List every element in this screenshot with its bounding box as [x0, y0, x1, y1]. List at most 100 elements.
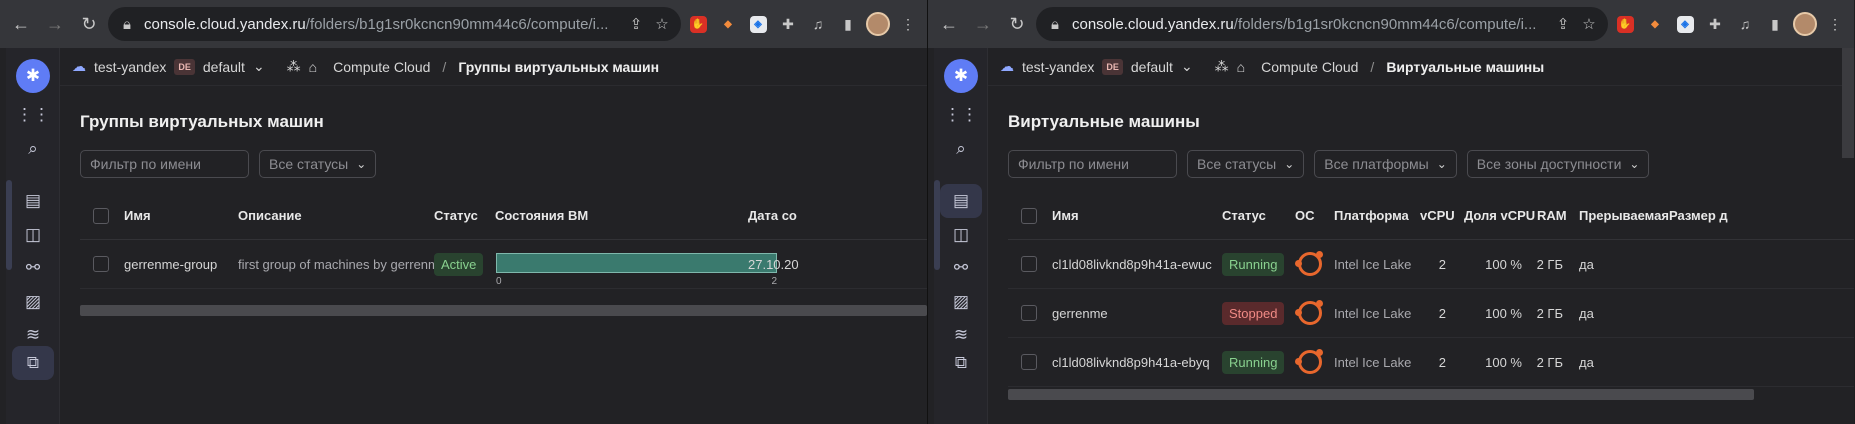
forward-icon[interactable]: → — [40, 9, 70, 39]
menu-kebab-icon[interactable]: ⋮ — [895, 11, 921, 37]
status-filter-select[interactable]: Все статусы ⌄ — [259, 150, 377, 178]
breadcrumb-service[interactable]: Compute Cloud — [333, 59, 430, 75]
home-icon[interactable]: ⌂ — [1237, 59, 1245, 75]
extension-blue-icon[interactable]: ◈ — [1672, 11, 1698, 37]
header-bar: ☁ test-yandex DE default ⌄ ⁂ ⌂ Compute C… — [60, 48, 927, 86]
services-icon[interactable]: ⁂ — [287, 58, 301, 75]
chevron-down-icon[interactable]: ⌄ — [253, 58, 265, 75]
profile-avatar[interactable] — [865, 11, 891, 37]
reload-icon[interactable]: ↻ — [1002, 9, 1032, 39]
services-icon[interactable]: ⁂ — [1215, 58, 1229, 75]
address-bar[interactable]: 🔒︎ console.cloud.yandex.ru/folders/b1g1s… — [1036, 7, 1608, 41]
extension-fox-icon[interactable]: ◆ — [1642, 11, 1668, 37]
profile-avatar[interactable] — [1792, 11, 1818, 37]
name-filter-input[interactable]: Фильтр по имени — [80, 150, 249, 178]
lock-icon[interactable]: 🔒︎ — [118, 16, 136, 33]
header-vcpu[interactable]: vCPU — [1420, 192, 1455, 239]
extension-blue-icon[interactable]: ◈ — [745, 11, 771, 37]
row-name[interactable]: cl1ld08livknd8p9h41a-ewuc — [1052, 240, 1212, 288]
instance-groups-icon[interactable]: ⧉ — [12, 346, 54, 380]
breadcrumb-current: Виртуальные машины — [1386, 58, 1545, 75]
vm-list-icon[interactable]: ▤ — [16, 184, 50, 218]
org-selector[interactable]: test-yandex — [94, 59, 166, 75]
row-checkbox[interactable] — [1021, 256, 1037, 272]
search-icon[interactable]: ⌕ — [944, 132, 978, 166]
extension-red-icon[interactable]: ✋ — [685, 11, 711, 37]
header-vm-states[interactable]: Состояния ВМ — [495, 192, 588, 239]
bookmark-star-icon[interactable]: ☆ — [653, 15, 671, 33]
ubuntu-icon — [1295, 300, 1323, 325]
media-icon[interactable]: ♫ — [805, 11, 831, 37]
select-all-checkbox[interactable] — [1021, 207, 1037, 224]
horizontal-scrollbar[interactable] — [80, 305, 927, 316]
header-status[interactable]: Статус — [434, 192, 478, 239]
extensions-puzzle-icon[interactable]: ✚ — [1702, 11, 1728, 37]
chevron-down-icon[interactable]: ⌄ — [1181, 58, 1193, 75]
row-name[interactable]: cl1ld08livknd8p9h41a-ebyq — [1052, 338, 1210, 386]
share-icon[interactable]: ⇪ — [1554, 15, 1572, 33]
cloud-logo-icon[interactable]: ✱ — [944, 59, 978, 93]
search-icon[interactable]: ⌕ — [16, 132, 50, 166]
media-icon[interactable]: ♫ — [1732, 11, 1758, 37]
status-filter-select[interactable]: Все статусы ⌄ — [1187, 150, 1305, 178]
sidepanel-icon[interactable]: ▮ — [1762, 11, 1788, 37]
share-icon[interactable]: ⇪ — [627, 15, 645, 33]
horizontal-scrollbar[interactable] — [1008, 389, 1754, 400]
header-ram[interactable]: RAM — [1537, 192, 1567, 239]
name-filter-input[interactable]: Фильтр по имени — [1008, 150, 1177, 178]
cloud-logo-icon[interactable]: ✱ — [16, 59, 50, 93]
row-name[interactable]: gerrenme — [1052, 289, 1108, 337]
folder-selector[interactable]: default — [1131, 59, 1173, 75]
services-grid-icon[interactable]: ⋮⋮ — [944, 98, 978, 132]
header-platform[interactable]: Платформа — [1334, 192, 1409, 239]
table-row[interactable]: cl1ld08livknd8p9h41a-ebyq Running Intel … — [1008, 338, 1854, 387]
row-name[interactable]: gerrenme-group — [124, 240, 217, 288]
header-os[interactable]: ОС — [1295, 192, 1315, 239]
row-checkbox[interactable] — [93, 256, 109, 272]
menu-kebab-icon[interactable]: ⋮ — [1822, 11, 1848, 37]
services-grid-icon[interactable]: ⋮⋮ — [16, 98, 50, 132]
vm-list-icon[interactable]: ▤ — [940, 184, 982, 218]
header-disk-size[interactable]: Размер д — [1669, 192, 1728, 239]
row-checkbox[interactable] — [1021, 305, 1037, 321]
table-row[interactable]: gerrenme-group first group of machines b… — [80, 240, 927, 289]
forward-icon[interactable]: → — [968, 9, 998, 39]
row-vcpu-share: 100 % — [1485, 305, 1522, 321]
network-icon[interactable]: ⚯ — [16, 251, 50, 285]
reload-icon[interactable]: ↻ — [74, 9, 104, 39]
disk-icon[interactable]: ◫ — [16, 218, 50, 252]
org-selector[interactable]: test-yandex — [1022, 59, 1094, 75]
bookmark-star-icon[interactable]: ☆ — [1580, 15, 1598, 33]
disk-icon[interactable]: ◫ — [944, 218, 978, 252]
extension-red-icon[interactable]: ✋ — [1612, 11, 1638, 37]
select-all-checkbox[interactable] — [93, 207, 109, 224]
header-status[interactable]: Статус — [1222, 192, 1266, 239]
back-icon[interactable]: ← — [6, 9, 36, 39]
network-icon[interactable]: ⚯ — [944, 251, 978, 285]
lock-icon[interactable]: 🔒︎ — [1046, 16, 1064, 33]
row-vcpu: 2 — [1438, 354, 1446, 370]
header-name[interactable]: Имя — [1052, 192, 1079, 239]
instance-groups-icon[interactable]: ⧉ — [944, 346, 978, 380]
header-date[interactable]: Дата со — [748, 192, 797, 239]
header-preemptible[interactable]: Прерываемая — [1579, 192, 1669, 239]
cloud-icon: ☁ — [1000, 58, 1014, 74]
header-name[interactable]: Имя — [124, 192, 151, 239]
extension-fox-icon[interactable]: ◆ — [715, 11, 741, 37]
platform-filter-select[interactable]: Все платформы ⌄ — [1314, 150, 1457, 178]
breadcrumb-service[interactable]: Compute Cloud — [1261, 59, 1358, 75]
image-icon[interactable]: ▨ — [16, 285, 50, 319]
header-description[interactable]: Описание — [238, 192, 302, 239]
extensions-puzzle-icon[interactable]: ✚ — [775, 11, 801, 37]
header-vcpu-share[interactable]: Доля vCPU — [1464, 192, 1535, 239]
address-bar[interactable]: 🔒︎ console.cloud.yandex.ru/folders/b1g1s… — [108, 7, 681, 41]
table-row[interactable]: cl1ld08livknd8p9h41a-ewuc Running Intel … — [1008, 240, 1854, 289]
zone-filter-select[interactable]: Все зоны доступности ⌄ — [1466, 150, 1650, 178]
folder-selector[interactable]: default — [203, 59, 245, 75]
table-row[interactable]: gerrenme Stopped Intel Ice Lake 2 100 % … — [1008, 289, 1854, 338]
image-icon[interactable]: ▨ — [944, 285, 978, 319]
row-checkbox[interactable] — [1021, 354, 1037, 370]
back-icon[interactable]: ← — [934, 9, 964, 39]
home-icon[interactable]: ⌂ — [309, 59, 317, 75]
sidepanel-icon[interactable]: ▮ — [835, 11, 861, 37]
